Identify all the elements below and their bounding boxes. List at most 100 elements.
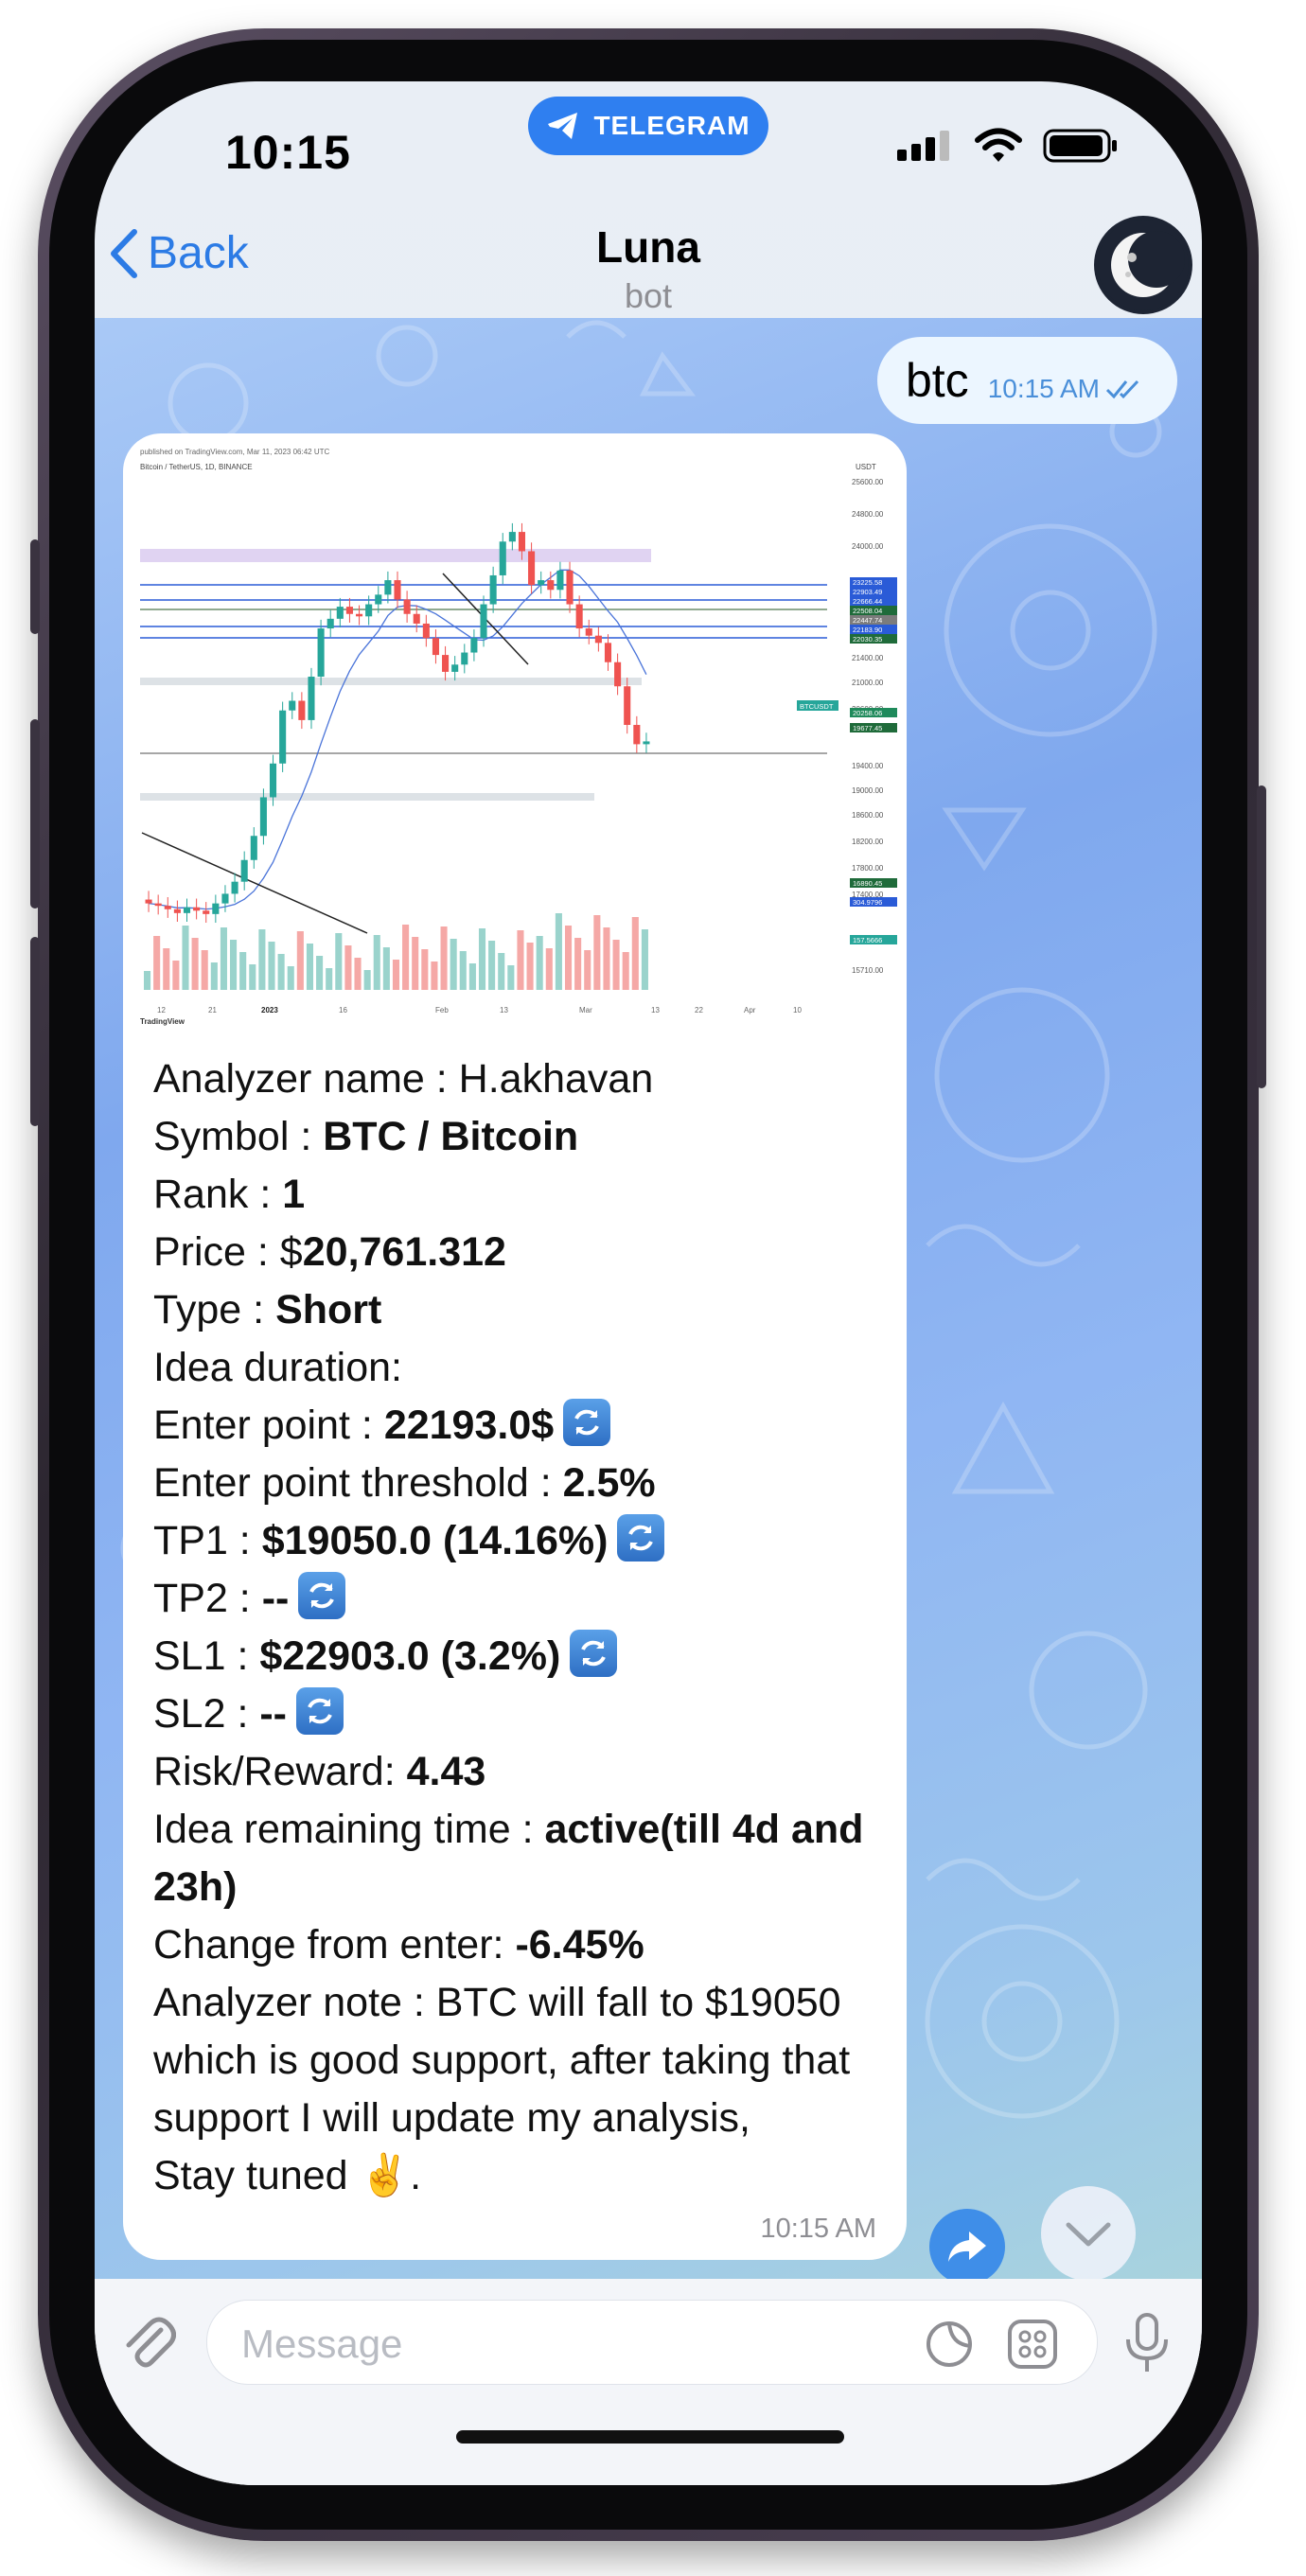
chat-area[interactable]: btc 10:15 AM published on TradingView.co…	[95, 318, 1202, 2279]
price-label: 19677.45	[853, 724, 882, 732]
volume-bar	[277, 954, 285, 990]
x-tick-label: Feb	[435, 1006, 449, 1015]
x-tick-label: 16	[339, 1006, 347, 1015]
chart-published: published on TradingView.com, Mar 11, 20…	[140, 448, 329, 456]
volume-bar	[191, 938, 199, 990]
mute-switch	[30, 539, 40, 634]
microphone-icon[interactable]	[1124, 2313, 1170, 2373]
line-value: --	[259, 1691, 287, 1737]
candle-body	[422, 623, 430, 639]
volume-bar	[382, 947, 390, 990]
refresh-icon	[298, 1572, 346, 1619]
volume-bar	[296, 931, 304, 990]
message-placeholder: Message	[241, 2321, 403, 2366]
incoming-message[interactable]: published on TradingView.com, Mar 11, 20…	[123, 433, 907, 2260]
candle-body	[499, 541, 506, 575]
candle-body	[585, 628, 592, 636]
candle-body	[336, 607, 344, 619]
line-label: Analyzer note : BTC will fall to $19050 …	[153, 1980, 851, 2141]
x-tick-label: 22	[695, 1006, 703, 1015]
outgoing-text: btc	[905, 354, 969, 407]
bot-commands-icon[interactable]	[1006, 2318, 1059, 2371]
line-label: Enter point threshold :	[153, 1460, 563, 1506]
candle-body	[633, 725, 641, 745]
share-button[interactable]	[929, 2209, 1005, 2279]
telegram-plane-icon	[548, 113, 578, 139]
paperclip-icon[interactable]	[119, 2315, 176, 2372]
candle-body	[413, 613, 420, 624]
candle-body	[308, 677, 315, 720]
line-label: Idea duration:	[153, 1345, 402, 1390]
volume-bar	[431, 962, 438, 990]
message-line: SL2 : --	[153, 1685, 891, 1743]
x-tick-label: 13	[500, 1006, 508, 1015]
volume-bar	[440, 926, 448, 990]
volume-bar	[478, 928, 486, 990]
price-label: 23225.58	[853, 578, 882, 587]
message-line: Risk/Reward: 4.43	[153, 1743, 891, 1801]
candle-body	[317, 628, 325, 678]
volume-bar	[201, 950, 208, 990]
telegram-pill[interactable]: TELEGRAM	[528, 97, 768, 155]
outgoing-message[interactable]: btc 10:15 AM	[876, 337, 1177, 424]
incoming-time: 10:15 AM	[760, 2214, 876, 2244]
tradingview-logo: TradingView	[140, 1017, 185, 1026]
candle-body	[461, 652, 468, 665]
refresh-icon	[617, 1514, 665, 1561]
zone-support	[140, 678, 642, 685]
y-tick-label: 25600.00	[852, 478, 884, 486]
candle-body	[212, 903, 220, 914]
y-tick-label: 21000.00	[852, 679, 884, 687]
volume-bar	[622, 952, 629, 990]
volume-bar	[354, 958, 362, 990]
scroll-down-button[interactable]	[1041, 2186, 1136, 2279]
volume-bar	[555, 913, 562, 990]
price-label: 22903.49	[853, 588, 882, 596]
message-input[interactable]: Message	[206, 2300, 1098, 2385]
chart-image[interactable]: published on TradingView.com, Mar 11, 20…	[131, 441, 899, 1028]
volume-bar	[574, 938, 582, 990]
line-label: Idea remaining time :	[153, 1807, 545, 1852]
line-label: Enter point :	[153, 1403, 384, 1448]
candle-body	[403, 599, 411, 614]
candle-body	[614, 662, 622, 687]
nav-bar: Back Luna bot	[95, 195, 1202, 318]
candle-body	[289, 700, 296, 711]
x-tick-label: 12	[157, 1006, 166, 1015]
y-tick-label: 17800.00	[852, 864, 884, 873]
volume-bar	[210, 962, 218, 990]
line-label: Stay tuned ✌️.	[153, 2153, 422, 2198]
candle-body	[203, 910, 210, 914]
bot-avatar[interactable]	[1094, 216, 1192, 314]
y-tick-label: 21400.00	[852, 654, 884, 662]
candle-body	[528, 551, 536, 586]
line-label: TP1 :	[153, 1518, 262, 1563]
candle-body	[326, 618, 334, 629]
message-line: TP2 : --	[153, 1570, 891, 1628]
candle-body	[508, 532, 516, 542]
zone-support-lower	[140, 793, 594, 801]
candle-body	[575, 604, 583, 629]
candle-body	[279, 710, 287, 764]
line-value: 20,761.312	[302, 1229, 506, 1275]
candle-body	[566, 570, 574, 605]
volume-bar	[363, 970, 371, 990]
message-line: Analyzer name : H.akhavan	[153, 1050, 891, 1108]
volume-up-button	[30, 719, 40, 909]
volume-bar	[402, 925, 410, 990]
volume-bar	[316, 956, 324, 990]
line-value: Short	[275, 1287, 382, 1332]
line-value: BTC / Bitcoin	[323, 1114, 579, 1159]
candle-body	[298, 700, 306, 720]
moving-average-line	[149, 569, 647, 910]
candle-body	[624, 686, 631, 725]
sticker-icon[interactable]	[923, 2318, 976, 2371]
wifi-icon	[975, 128, 1022, 162]
message-line: Analyzer note : BTC will fall to $19050 …	[153, 1974, 891, 2147]
message-line: Type : Short	[153, 1281, 891, 1339]
moon-icon	[1098, 220, 1189, 310]
message-line: Stay tuned ✌️.	[153, 2147, 891, 2205]
x-tick-label: Apr	[744, 1006, 756, 1015]
candle-body	[480, 604, 487, 639]
line-label: SL1 :	[153, 1633, 260, 1679]
